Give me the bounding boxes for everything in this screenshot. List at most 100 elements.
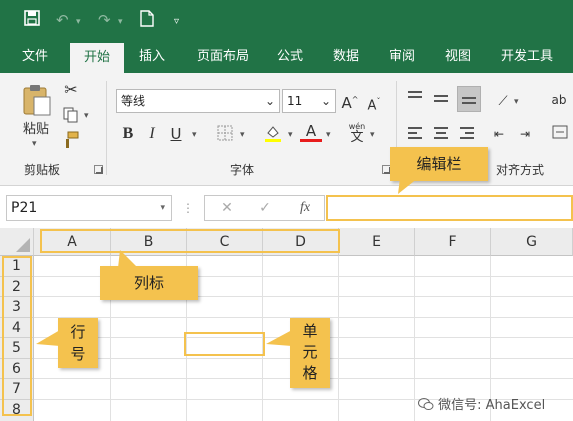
tab-formulas[interactable]: 公式 [268, 40, 312, 73]
name-box-value: P21 [11, 200, 38, 216]
ribbon-separator [106, 81, 107, 175]
top-align-icon[interactable] [408, 91, 426, 107]
underline-dropdown-icon[interactable]: ▾ [192, 130, 197, 140]
cell-callout: 单 元 格 [290, 318, 330, 388]
border-icon[interactable] [214, 125, 236, 146]
tab-view[interactable]: 视图 [436, 40, 480, 73]
format-painter-icon[interactable] [62, 131, 80, 154]
font-color-label: A [305, 122, 317, 140]
font-color-icon[interactable]: A [300, 123, 322, 142]
gridline [338, 256, 339, 421]
align-left-icon[interactable] [408, 127, 426, 143]
enter-icon[interactable]: ✓ [257, 199, 273, 217]
chevron-down-icon[interactable]: ⌄ [317, 90, 335, 112]
tab-review[interactable]: 审阅 [380, 40, 424, 73]
redo-icon[interactable]: ↷ [98, 10, 111, 30]
align-right-icon[interactable] [460, 127, 478, 143]
cell-callout-line-2: 元 [302, 343, 318, 361]
row-header-callout-line-1: 行 [70, 323, 86, 341]
decrease-indent-icon[interactable]: ⇤ [490, 125, 508, 143]
row-header-callout-pointer [36, 330, 60, 346]
cell-callout-line-3: 格 [302, 364, 318, 382]
bold-button[interactable]: B [120, 125, 136, 143]
font-color-dropdown-icon[interactable]: ▾ [326, 130, 331, 140]
increase-font-size-button[interactable]: A^ [340, 91, 360, 112]
font-group-label: 字体 [230, 163, 255, 177]
row-headers-highlight [2, 256, 32, 416]
new-file-icon[interactable] [140, 10, 154, 32]
tab-page-layout[interactable]: 页面布局 [188, 40, 258, 73]
gridline [414, 256, 415, 421]
fill-color-icon[interactable] [262, 123, 284, 148]
middle-align-icon[interactable] [434, 95, 452, 111]
cut-icon[interactable]: ✂ [62, 81, 80, 99]
wechat-watermark: 微信号: AhaExcel [418, 394, 545, 413]
orientation-icon[interactable]: ⟋ [494, 93, 512, 111]
font-name-select[interactable]: 等线 ⌄ [116, 89, 280, 113]
cell-highlight [184, 332, 265, 356]
fill-color-dropdown-icon[interactable]: ▾ [288, 130, 293, 140]
column-header-f[interactable]: F [415, 228, 491, 256]
watermark-text: 微信号: AhaExcel [438, 398, 546, 413]
phonetic-dropdown-icon[interactable]: ▾ [370, 130, 375, 140]
row-header-callout: 行 号 [58, 318, 98, 368]
tab-insert[interactable]: 插入 [128, 40, 176, 73]
formula-bar-callout-label: 编辑栏 [416, 155, 462, 173]
bottom-align-icon[interactable] [457, 86, 481, 112]
paste-icon[interactable] [20, 83, 54, 117]
title-bar: ↶ ▾ ↷ ▾ ▿ [0, 0, 573, 40]
select-all-corner[interactable] [0, 228, 34, 256]
align-center-icon[interactable] [434, 127, 452, 143]
copy-dropdown-icon[interactable]: ▾ [84, 111, 89, 121]
tab-developer[interactable]: 开发工具 [492, 40, 562, 73]
tab-file[interactable]: 文件 [10, 40, 60, 73]
phonetic-bottom-label: 文 [350, 130, 364, 145]
wrap-text-icon[interactable]: ab [548, 91, 570, 109]
phonetic-guide-icon[interactable]: wén 文 [346, 121, 368, 145]
more-options-icon[interactable]: ⋮ [182, 199, 194, 217]
formula-buttons: ✕ ✓ fx [204, 195, 325, 221]
cancel-icon[interactable]: ✕ [219, 199, 235, 217]
formula-bar-callout: 编辑栏 [390, 147, 488, 181]
increase-indent-icon[interactable]: ⇥ [516, 125, 534, 143]
insert-function-icon[interactable]: fx [295, 199, 315, 217]
chevron-down-icon[interactable]: ▾ [160, 196, 165, 220]
decrease-font-size-button[interactable]: Aˇ [364, 93, 384, 115]
clipboard-dialog-launcher-icon[interactable] [94, 165, 103, 174]
undo-icon[interactable]: ↶ [56, 10, 69, 30]
paste-dropdown-icon[interactable]: ▾ [32, 139, 37, 149]
font-size-value: 11 [287, 94, 303, 108]
grow-font-label: A [341, 94, 352, 112]
formula-input[interactable] [326, 195, 573, 221]
customize-caret-icon[interactable]: ▿ [174, 12, 179, 32]
tab-data[interactable]: 数据 [324, 40, 368, 73]
merge-center-icon[interactable] [550, 125, 570, 144]
save-icon[interactable] [24, 10, 40, 31]
undo-dropdown-icon[interactable]: ▾ [76, 12, 81, 32]
clipboard-group-label: 剪贴板 [24, 163, 61, 177]
font-name-value: 等线 [121, 94, 146, 108]
font-size-select[interactable]: 11 ⌄ [282, 89, 336, 113]
chevron-down-icon[interactable]: ⌄ [261, 90, 279, 112]
underline-button[interactable]: U [168, 125, 184, 143]
cell-callout-pointer [266, 330, 292, 346]
column-header-g[interactable]: G [491, 228, 573, 256]
orientation-dropdown-icon[interactable]: ▾ [514, 97, 519, 107]
alignment-group-label: 对齐方式 [496, 163, 545, 177]
copy-icon[interactable] [62, 107, 80, 128]
column-header-e[interactable]: E [339, 228, 415, 256]
paste-button-label[interactable]: 粘贴 [18, 121, 54, 139]
cell-callout-line-1: 单 [302, 322, 318, 340]
tab-home[interactable]: 开始 [70, 43, 124, 73]
italic-button[interactable]: I [144, 125, 160, 143]
column-header-callout-pointer [118, 250, 138, 268]
formula-bar-callout-pointer [398, 178, 418, 194]
column-header-callout-label: 列标 [133, 274, 164, 292]
row-header-callout-line-2: 号 [70, 345, 86, 363]
column-headers-highlight [40, 229, 340, 253]
redo-dropdown-icon[interactable]: ▾ [118, 12, 123, 32]
wechat-icon [418, 398, 434, 410]
name-box[interactable]: P21 ▾ [6, 195, 172, 221]
column-header-callout: 列标 [100, 266, 198, 300]
border-dropdown-icon[interactable]: ▾ [240, 130, 245, 140]
